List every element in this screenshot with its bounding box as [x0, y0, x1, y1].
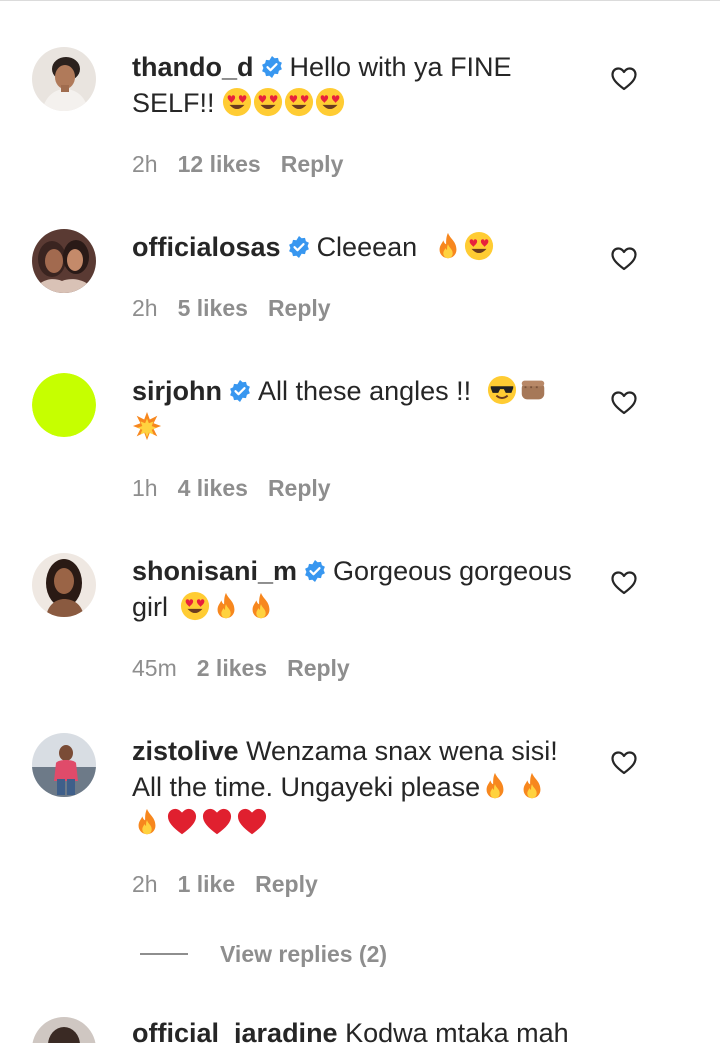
comment-body: official_jaradine Kodwa mtaka mah: [132, 1015, 569, 1043]
verified-badge-icon: [288, 236, 309, 258]
comment-meta: 1h 4 likes Reply: [132, 473, 351, 503]
reply-button[interactable]: Reply: [268, 475, 331, 501]
like-heart-icon[interactable]: [611, 391, 637, 415]
reply-button[interactable]: Reply: [287, 655, 350, 681]
likes-count[interactable]: 1 like: [178, 871, 236, 897]
reply-button[interactable]: Reply: [281, 151, 344, 177]
comment-meta: 45m 2 likes Reply: [132, 653, 370, 683]
avatar[interactable]: [32, 733, 96, 797]
comment-username[interactable]: zistolive: [132, 736, 239, 766]
comment-username[interactable]: thando_d: [132, 52, 254, 82]
comment-username[interactable]: officialosas: [132, 232, 281, 262]
comment-username[interactable]: shonisani_m: [132, 556, 297, 586]
comment-time: 1h: [132, 475, 158, 501]
comment-text: All these angles !!: [258, 376, 472, 406]
comment-body: zistolive Wenzama snax wena sisi! All th…: [132, 733, 582, 841]
like-heart-icon[interactable]: [611, 571, 637, 595]
fire-emoji-icon: [517, 771, 547, 801]
avatar[interactable]: [32, 1017, 96, 1043]
red-heart-emoji-icon: [202, 807, 232, 837]
comment-item-partial: official_jaradine Kodwa mtaka mah: [0, 1011, 720, 1043]
red-heart-emoji-icon: [237, 807, 267, 837]
avatar[interactable]: [32, 373, 96, 437]
like-heart-icon[interactable]: [611, 247, 637, 271]
comment-body: sirjohn All these angles !!: [132, 373, 582, 445]
sunglasses-emoji-icon: [487, 375, 517, 405]
comment-username[interactable]: official_jaradine: [132, 1018, 338, 1043]
fire-emoji-icon: [132, 807, 162, 837]
comment-meta: 2h 1 like Reply: [132, 869, 338, 899]
comments-page: thando_d Hello with ya FINE SELF!! 2h 12 l…: [0, 0, 720, 1043]
fist-emoji-icon: [518, 375, 548, 405]
fire-emoji-icon: [480, 771, 510, 801]
verified-badge-icon: [230, 380, 250, 402]
comment-body: officialosas Cleeean: [132, 229, 582, 265]
view-replies-button[interactable]: View replies (2): [140, 938, 387, 970]
comment-meta: 2h 12 likes Reply: [132, 149, 363, 179]
comment-time: 2h: [132, 295, 158, 321]
view-replies-label: View replies (2): [220, 940, 388, 967]
comment-meta: 2h 5 likes Reply: [132, 293, 351, 323]
comment-time: 2h: [132, 151, 158, 177]
comment-body: thando_d Hello with ya FINE SELF!!: [132, 49, 582, 121]
red-heart-emoji-icon: [167, 807, 197, 837]
likes-count[interactable]: 5 likes: [178, 295, 248, 321]
likes-count[interactable]: 2 likes: [197, 655, 267, 681]
avatar[interactable]: [32, 553, 96, 617]
likes-count[interactable]: 4 likes: [178, 475, 248, 501]
comment-time: 2h: [132, 871, 158, 897]
like-heart-icon[interactable]: [611, 67, 637, 91]
verified-badge-icon: [305, 560, 325, 582]
fire-emoji-icon: [433, 231, 463, 261]
fire-emoji-icon: [211, 591, 241, 621]
reply-button[interactable]: Reply: [255, 871, 318, 897]
heart-eyes-emoji-icon: [180, 591, 210, 621]
avatar[interactable]: [32, 47, 96, 111]
comment-text: Cleeean: [316, 232, 418, 262]
collision-emoji-icon: [132, 411, 162, 441]
avatar[interactable]: [32, 229, 96, 293]
heart-eyes-emoji-icon: [253, 87, 283, 117]
divider: [140, 953, 188, 955]
heart-eyes-emoji-icon: [284, 87, 314, 117]
comment-username[interactable]: sirjohn: [132, 376, 222, 406]
reply-button[interactable]: Reply: [268, 295, 331, 321]
heart-eyes-emoji-icon: [464, 231, 494, 261]
comment-text: Kodwa mtaka mah: [345, 1018, 569, 1043]
like-heart-icon[interactable]: [611, 751, 637, 775]
verified-badge-icon: [261, 56, 282, 78]
heart-eyes-emoji-icon: [315, 87, 345, 117]
fire-emoji-icon: [246, 591, 276, 621]
comment-body: shonisani_m Gorgeous gorgeous girl: [132, 553, 582, 625]
heart-eyes-emoji-icon: [222, 87, 252, 117]
likes-count[interactable]: 12 likes: [178, 151, 261, 177]
comment-time: 45m: [132, 655, 177, 681]
